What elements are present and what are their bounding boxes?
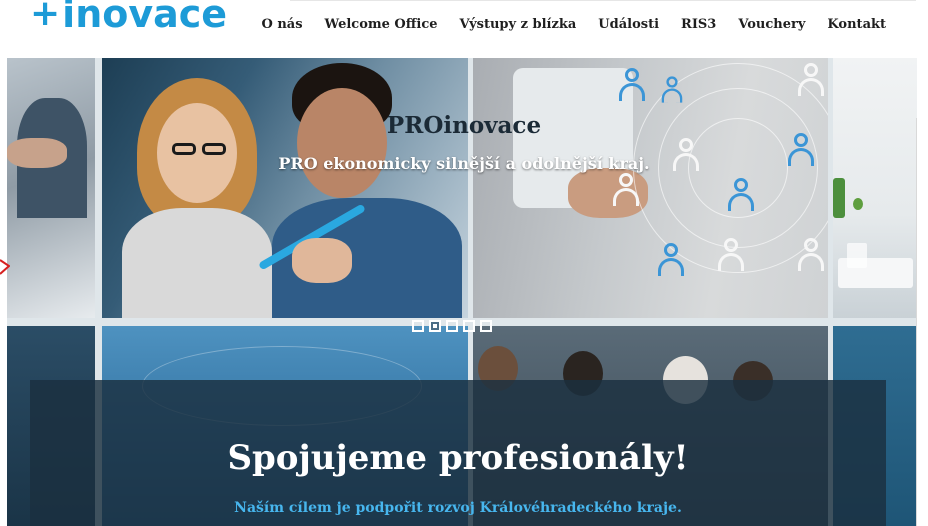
glass-shape: [847, 243, 867, 268]
hand-shape: [292, 238, 352, 283]
plant-shape: [853, 198, 863, 210]
hero-title: Spojujeme profesionály!: [227, 438, 689, 478]
logo-text: inovace: [62, 0, 228, 36]
red-arrow-mark: [0, 259, 10, 275]
slider-dot-3[interactable]: [446, 320, 458, 332]
person-icon: [661, 76, 683, 103]
person-icon: [798, 63, 824, 97]
nav-item-o-nas[interactable]: O nás: [261, 17, 302, 32]
slider-pagination: [412, 320, 492, 332]
photo-network: [473, 58, 828, 318]
person-icon: [613, 173, 639, 207]
nav-item-udalosti[interactable]: Události: [598, 17, 659, 32]
nav-item-welcome-office[interactable]: Welcome Office: [325, 17, 438, 32]
nav-item-vouchery[interactable]: Vouchery: [738, 17, 805, 32]
face-shape: [297, 88, 387, 198]
nav-item-ris3[interactable]: RIS3: [681, 17, 716, 32]
slider-dot-2[interactable]: [429, 320, 441, 332]
nav-item-kontakt[interactable]: Kontakt: [827, 17, 886, 32]
slider-dot-1[interactable]: [412, 320, 424, 332]
photo-team-glass: [102, 58, 468, 318]
header-divider: [290, 0, 916, 1]
person-icon: [728, 178, 754, 212]
slide-title: PROinovace: [386, 112, 542, 139]
slide-subtitle: PRO ekonomicky silnější a odolnější kraj…: [278, 154, 650, 173]
person-icon: [718, 238, 744, 272]
right-edge-panel: [916, 118, 928, 526]
logo-plus: +: [30, 0, 61, 34]
photo-desk: [833, 58, 917, 318]
person-icon: [798, 238, 824, 272]
slider-dot-5[interactable]: [480, 320, 492, 332]
plant-shape: [833, 178, 845, 218]
main-nav: O nás Welcome Office Výstupy z blízka Ud…: [261, 17, 886, 32]
nav-item-vystupy[interactable]: Výstupy z blízka: [460, 17, 577, 32]
hero-subtitle: Naším cílem je podpořit rozvoj Královéhr…: [234, 500, 682, 516]
person-icon: [619, 68, 645, 102]
hero-overlay: Spojujeme profesionály! Naším cílem je p…: [30, 380, 886, 526]
person-icon: [658, 243, 684, 277]
slider-dot-4[interactable]: [463, 320, 475, 332]
shirt-shape: [122, 208, 272, 318]
site-logo[interactable]: + inovace: [30, 0, 227, 36]
photo-office-left: [7, 58, 95, 318]
site-header: + inovace O nás Welcome Office Výstupy z…: [0, 0, 928, 58]
